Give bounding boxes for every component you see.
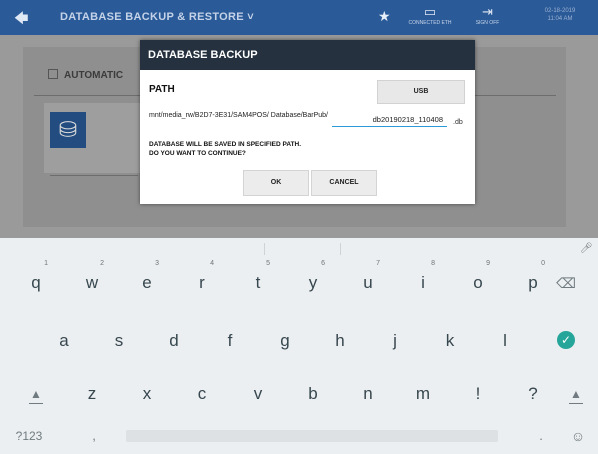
key-comma[interactable]: , bbox=[74, 418, 114, 454]
key-hint: 8 bbox=[431, 260, 435, 267]
key-hint: 6 bbox=[321, 260, 325, 267]
message-line-2: DO YOU WANT TO CONTINUE? bbox=[149, 150, 246, 157]
key-label: y bbox=[308, 273, 318, 292]
enter-checkmark-icon[interactable]: ✓ bbox=[557, 331, 575, 349]
microphone-icon[interactable]: 🎤︎ bbox=[580, 243, 593, 254]
database-download-icon[interactable]: ⛁ bbox=[50, 112, 86, 148]
key-j[interactable]: j bbox=[375, 323, 415, 359]
key-f[interactable]: f bbox=[210, 323, 250, 359]
shift-left-icon[interactable]: ▲ bbox=[16, 376, 56, 412]
automatic-checkbox[interactable] bbox=[48, 69, 58, 79]
message-line-1: DATABASE WILL BE SAVED IN SPECIFIED PATH… bbox=[149, 141, 302, 148]
key-hint: 2 bbox=[100, 260, 104, 267]
key-k[interactable]: k bbox=[430, 323, 470, 359]
key-label: q bbox=[31, 273, 41, 292]
key-u[interactable]: 7u bbox=[348, 260, 388, 301]
connection-status: ▭ CONNECTED ETH bbox=[400, 4, 460, 26]
key-b[interactable]: b bbox=[293, 376, 333, 412]
network-icon: ▭ bbox=[423, 4, 437, 19]
divider bbox=[470, 95, 556, 96]
key-g[interactable]: g bbox=[265, 323, 305, 359]
key-question[interactable]: ? bbox=[513, 376, 553, 412]
key-x[interactable]: x bbox=[127, 376, 167, 412]
key-z[interactable]: z bbox=[72, 376, 112, 412]
key-d[interactable]: d bbox=[154, 323, 194, 359]
sign-off-label: SIGN OFF bbox=[475, 20, 500, 26]
key-w[interactable]: 2w bbox=[72, 260, 112, 301]
key-r[interactable]: 4r bbox=[182, 260, 222, 301]
backspace-icon[interactable]: ⌫ bbox=[546, 265, 586, 301]
sign-off-icon: ⇥ bbox=[482, 4, 493, 19]
key-i[interactable]: 8i bbox=[403, 260, 443, 301]
usb-button[interactable]: USB bbox=[377, 80, 465, 104]
key-hint: 0 bbox=[541, 260, 545, 267]
key-hint: 1 bbox=[44, 260, 48, 267]
top-bar: 🡄 DATABASE BACKUP & RESTORE ˅ ★ ▭ CONNEC… bbox=[0, 0, 598, 35]
key-m[interactable]: m bbox=[403, 376, 443, 412]
key-t[interactable]: 5t bbox=[238, 260, 278, 301]
emoji-icon[interactable]: ☺ bbox=[562, 418, 594, 454]
ok-button[interactable]: OK bbox=[243, 170, 309, 196]
key-hint: 4 bbox=[210, 260, 214, 267]
key-hint: 9 bbox=[486, 260, 490, 267]
suggestion-divider bbox=[340, 243, 341, 255]
path-label: PATH bbox=[149, 84, 175, 95]
on-screen-keyboard: 🎤︎ 1q 2w 3e 4r 5t 6y 7u 8i 9o 0p ⌫ a s d… bbox=[0, 238, 598, 454]
clock: 02-18-2019 11:04 AM bbox=[522, 7, 598, 23]
shift-underline bbox=[29, 403, 43, 404]
dialog-title: DATABASE BACKUP bbox=[140, 40, 475, 70]
key-hint: 7 bbox=[376, 260, 380, 267]
key-label: e bbox=[142, 273, 152, 292]
key-n[interactable]: n bbox=[348, 376, 388, 412]
clock-date: 02-18-2019 bbox=[544, 8, 576, 14]
symbols-key[interactable]: ?123 bbox=[4, 418, 54, 454]
back-arrow-icon[interactable]: 🡄 bbox=[14, 8, 28, 32]
key-q[interactable]: 1q bbox=[16, 260, 56, 301]
cancel-button[interactable]: CANCEL bbox=[311, 170, 377, 196]
suggestion-bar: 🎤︎ bbox=[0, 238, 598, 260]
suggestion-divider bbox=[264, 243, 265, 255]
sign-off-button[interactable]: ⇥ SIGN OFF bbox=[465, 4, 510, 26]
key-label: p bbox=[528, 273, 538, 292]
file-extension: .db bbox=[453, 119, 463, 126]
key-hint: 5 bbox=[266, 260, 270, 267]
key-exclamation[interactable]: ! bbox=[458, 376, 498, 412]
database-backup-dialog: DATABASE BACKUP PATH USB mnt/media_rw/B2… bbox=[140, 40, 475, 204]
key-period[interactable]: . bbox=[521, 418, 561, 454]
key-c[interactable]: c bbox=[182, 376, 222, 412]
key-o[interactable]: 9o bbox=[458, 260, 498, 301]
key-label: i bbox=[421, 273, 425, 292]
key-s[interactable]: s bbox=[99, 323, 139, 359]
key-label: o bbox=[473, 273, 483, 292]
automatic-label: AUTOMATIC bbox=[64, 70, 124, 81]
confirmation-message: DATABASE WILL BE SAVED IN SPECIFIED PATH… bbox=[149, 140, 301, 158]
automatic-option[interactable]: AUTOMATIC bbox=[48, 69, 123, 81]
path-value: mnt/media_rw/B2D7-3E31/SAM4POS/ Database… bbox=[149, 112, 328, 119]
key-a[interactable]: a bbox=[44, 323, 84, 359]
spacebar[interactable] bbox=[126, 430, 498, 442]
key-label: w bbox=[85, 273, 99, 292]
key-label: r bbox=[199, 273, 205, 292]
key-label: u bbox=[363, 273, 373, 292]
star-icon[interactable]: ★ bbox=[378, 8, 391, 25]
page-title[interactable]: DATABASE BACKUP & RESTORE ˅ bbox=[60, 11, 254, 23]
divider bbox=[50, 175, 138, 176]
key-v[interactable]: v bbox=[238, 376, 278, 412]
shift-right-icon[interactable]: ▲ bbox=[556, 376, 596, 412]
key-label: t bbox=[255, 273, 261, 292]
key-y[interactable]: 6y bbox=[293, 260, 333, 301]
key-h[interactable]: h bbox=[320, 323, 360, 359]
key-l[interactable]: l bbox=[485, 323, 525, 359]
key-hint: 3 bbox=[155, 260, 159, 267]
clock-time: 11:04 AM bbox=[547, 16, 573, 22]
filename-input[interactable]: db20190218_110408 bbox=[332, 115, 447, 127]
connection-status-label: CONNECTED ETH bbox=[408, 20, 452, 26]
key-e[interactable]: 3e bbox=[127, 260, 167, 301]
shift-underline bbox=[569, 403, 583, 404]
divider bbox=[34, 95, 144, 96]
